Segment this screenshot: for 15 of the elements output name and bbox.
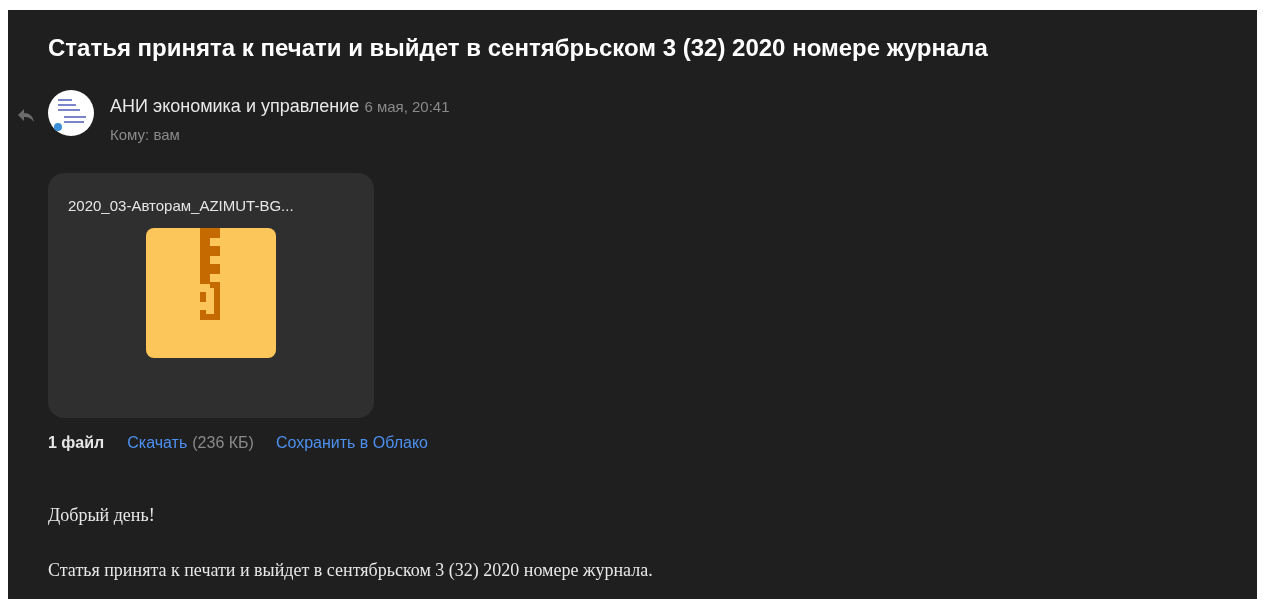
mail-date: 6 мая, 20:41 <box>364 98 450 115</box>
file-size: (236 КБ) <box>192 434 254 452</box>
attachment-card[interactable]: 2020_03-Авторам_AZIMUT-BG... <box>48 173 374 418</box>
file-count: 1 файл <box>48 434 105 452</box>
archive-icon <box>146 228 276 358</box>
save-to-cloud-link[interactable]: Сохранить в Облако <box>275 434 428 452</box>
mail-subject: Статья принята к печати и выйдет в сентябрьском 3 (32) 2020 номере журнала <box>48 33 989 62</box>
body-paragraph: Добрый день! <box>48 504 156 526</box>
file-name: 2020_03-Авторам_AZIMUT-BG... <box>68 197 294 214</box>
download-link[interactable]: Скачать <box>127 434 188 452</box>
recipient-label: Кому: вам <box>110 126 181 143</box>
reply-icon[interactable] <box>18 109 34 123</box>
sender-name[interactable]: АНИ экономика и управление <box>110 96 360 116</box>
body-paragraph: Статья принята к печати и выйдет в сентябрьском 3 (32) 2020 номере журнала. <box>48 559 654 581</box>
avatar <box>48 90 94 136</box>
